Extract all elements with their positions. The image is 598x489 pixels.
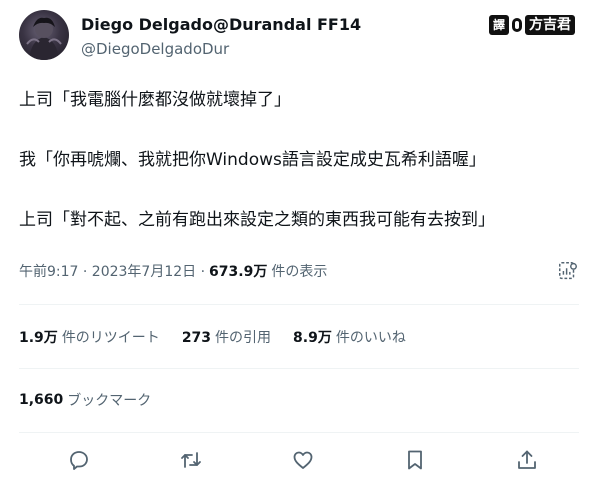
retweet-icon [181, 452, 201, 468]
divider [19, 368, 579, 369]
action-bar [19, 443, 579, 477]
share-icon [518, 450, 536, 469]
share-button[interactable] [515, 448, 539, 472]
tweet-text: 上司「我電腦什麼都沒做就壞掉了」 我「你再唬爛、我就把你Windows語言設定成… [19, 88, 579, 233]
watermark: 譯 方吉君 [488, 14, 575, 36]
watermark-badge: 譯 [488, 15, 509, 35]
retweet-button[interactable] [179, 448, 203, 472]
likes-stat[interactable]: 8.9万 件のいいね [293, 327, 406, 347]
timestamp[interactable]: 午前9:17 · 2023年7月12日 · [19, 261, 205, 281]
likes-label: 件のいいね [335, 330, 406, 346]
bookmark-button[interactable] [403, 448, 427, 472]
heart-icon [293, 451, 313, 469]
bookmarks-label: ブックマーク [67, 393, 152, 409]
tweet-line: 上司「我電腦什麼都沒做就壞掉了」 [19, 90, 291, 110]
retweets-stat[interactable]: 1.9万 件のリツイート [19, 327, 160, 347]
quotes-count: 273 [181, 330, 212, 346]
reply-button[interactable] [67, 448, 91, 472]
view-label: 件の表示 [271, 264, 328, 280]
author-handle[interactable]: @DiegoDelgadoDur [81, 40, 229, 58]
bookmark-icon [408, 450, 422, 470]
bookmarks-stat[interactable]: 1,660 ブックマーク [19, 389, 151, 411]
tweet-line: 上司「對不起、之前有跑出來設定之類的東西我可能有去按到」 [19, 210, 495, 230]
reply-icon [70, 451, 88, 470]
author-display-name[interactable]: Diego Delgado@Durandal FF14 [81, 15, 361, 34]
watermark-text: 方吉君 [525, 15, 575, 35]
divider [19, 304, 579, 305]
quotes-stat[interactable]: 273 件の引用 [182, 327, 271, 347]
view-count: 673.9万 [209, 264, 268, 280]
avatar[interactable] [19, 10, 69, 60]
tweet-line: 我「你再唬爛、我就把你Windows語言設定成史瓦希利語喔」 [19, 150, 486, 170]
retweets-count: 1.9万 [19, 330, 58, 346]
likes-count: 8.9万 [293, 330, 332, 346]
tweet-header: Diego Delgado@Durandal FF14 @DiegoDelgad… [19, 10, 579, 66]
watermark-icon [512, 18, 522, 32]
divider [19, 432, 579, 433]
like-button[interactable] [291, 448, 315, 472]
retweets-label: 件のリツイート [61, 330, 160, 346]
quotes-label: 件の引用 [215, 330, 272, 346]
tweet-meta: 午前9:17 · 2023年7月12日 · 673.9万 件の表示 [19, 260, 579, 282]
bookmarks-count: 1,660 [19, 392, 64, 408]
engagement-stats: 1.9万 件のリツイート 273 件の引用 8.9万 件のいいね [19, 326, 428, 348]
analytics-icon[interactable] [557, 260, 579, 282]
